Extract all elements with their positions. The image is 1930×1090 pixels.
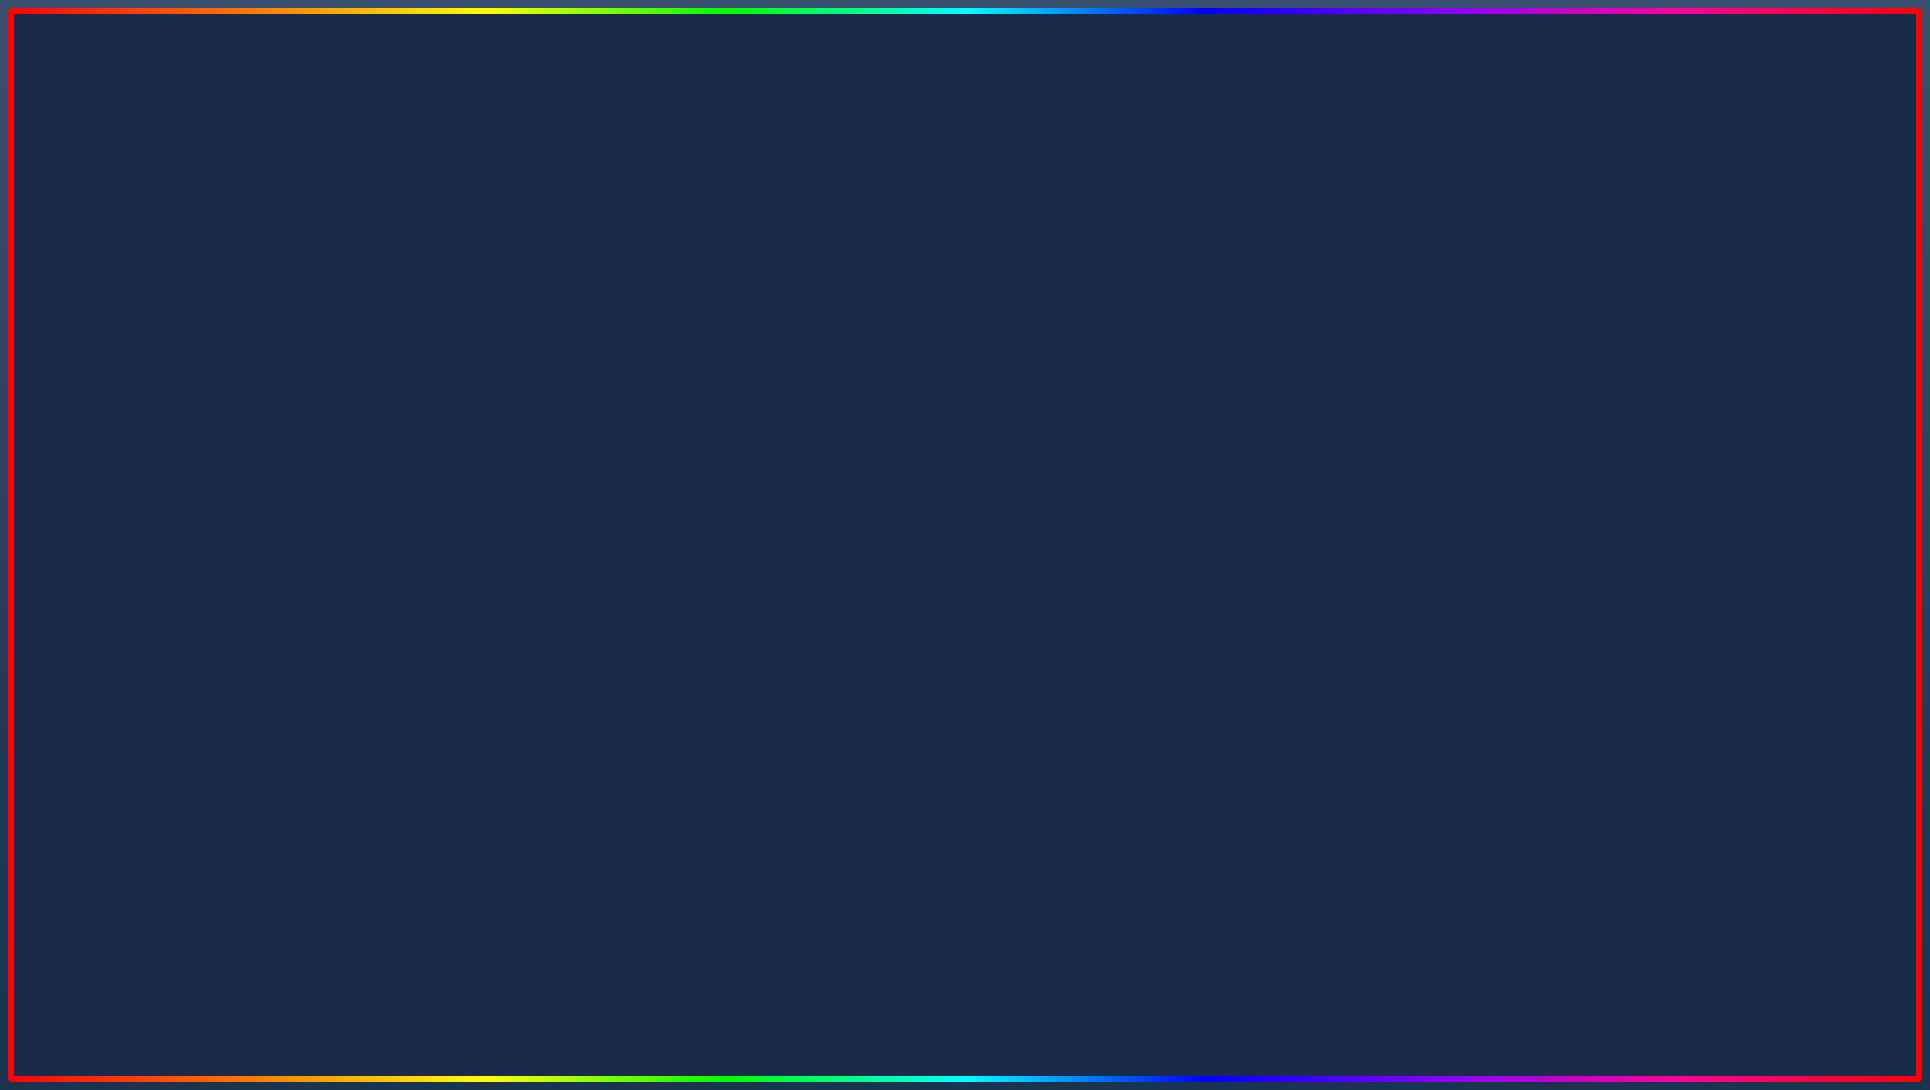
window-front-close[interactable]: ✕ (1275, 391, 1295, 411)
bottom-text-container: UPDATE 20 SCRIPT PASTEBIN (0, 951, 1930, 1060)
main-farm-section: Main Farm Click to Box to Farm, I ready … (945, 432, 1295, 467)
sidebar-front-welcome[interactable]: Welcome (793, 428, 932, 457)
auto-farm-bf-toggle-row: Auto Farm BF Mastery (945, 571, 1295, 602)
raid-icon (635, 491, 647, 503)
island-status: Island : Not Raid (775, 337, 904, 352)
auto-farm-toggle-row: Auto Farm (945, 475, 1295, 506)
front-welcome-icon (803, 435, 817, 449)
sidebar-back-esp[interactable]: ESP (623, 453, 762, 482)
auto-farm-gun-toggle-row: Auto Farm Gun Mastery (945, 602, 1295, 633)
window-front-main-content: Main Farm Click to Box to Farm, I ready … (933, 420, 1307, 704)
window-back-minimize[interactable]: — (1039, 271, 1059, 291)
general-icon (633, 344, 647, 358)
auto-farm-bf-toggle[interactable] (1277, 577, 1295, 595)
local-players-icon (633, 518, 647, 532)
auto-farm-gun-label: Auto Farm Gun Mastery (945, 610, 1092, 625)
script-label: SCRIPT (806, 951, 1154, 1060)
window-back-title: Specialized (635, 272, 722, 290)
stats-icon (633, 431, 647, 445)
front-general-icon (805, 466, 817, 478)
front-item-quest-icon (803, 522, 817, 536)
item-quest-icon (633, 402, 647, 416)
sidebar-back-raid[interactable]: Raid (623, 482, 762, 511)
pastebin-label: PASTEBIN (1170, 951, 1643, 1060)
welcome-icon (633, 315, 647, 329)
sidebar-back-sky[interactable]: 🐱 Sky (623, 540, 762, 576)
window-front: Specialized — ✕ Welcome General Setting … (790, 380, 1310, 707)
update-number: 20 (686, 951, 792, 1060)
mastery-menu-desc: Click To Box to Start Farm Mastery (945, 551, 1295, 563)
sidebar-front-setting[interactable]: Setting (793, 486, 932, 515)
wait-for-dungeon-header: Wait For Dungeon (775, 312, 904, 329)
sidebar-front-esp[interactable]: ESP (793, 573, 932, 602)
sidebar-front-sky[interactable]: 🐱 Sky (793, 660, 932, 696)
window-back-close[interactable]: ✕ (1065, 271, 1085, 291)
mastery-menu-header: Mastery Menu (945, 528, 1295, 545)
window-front-body: Welcome General Setting Item & Quest Sta… (793, 420, 1307, 704)
front-stats-icon (803, 551, 817, 565)
front-esp-icon (803, 580, 817, 594)
window-back-titlebar: Specialized — ✕ (623, 263, 1097, 300)
auto-farm-gun-toggle[interactable] (1277, 608, 1295, 626)
sidebar-front-item-quest[interactable]: Item & Quest (793, 515, 932, 544)
update-label: UPDATE (287, 951, 671, 1060)
sky-icon: 🐱 (635, 547, 657, 569)
esp-icon (633, 460, 647, 474)
main-title-container: BLOX FRUITS (0, 15, 1930, 205)
auto-farm-label: Auto Farm (945, 483, 1010, 498)
back-content-b1: B... (775, 358, 904, 381)
sidebar-back-setting[interactable]: Setting (623, 366, 762, 395)
sidebar-back-local-players[interactable]: Local Players (623, 511, 762, 540)
front-raid-icon (803, 609, 817, 623)
auto-farm-toggle[interactable] (1277, 481, 1295, 499)
bottom-row: UPDATE 20 SCRIPT PASTEBIN (287, 951, 1643, 1060)
mastery-menu-section-title: Mastery Menu (945, 512, 1295, 524)
sidebar-back-general[interactable]: General (623, 337, 762, 366)
window-back-sidebar: Welcome General Setting Item & Quest Sta… (623, 300, 763, 584)
auto-farm-bf-label: Auto Farm BF Mastery (945, 579, 1084, 594)
bf-logo-svg: BLOX FRUITS (1665, 845, 1815, 995)
sidebar-back-welcome[interactable]: Welcome (623, 308, 762, 337)
window-back-controls: — ✕ (1039, 271, 1085, 291)
window-front-sidebar: Welcome General Setting Item & Quest Sta… (793, 420, 933, 704)
svg-text:BLOX FRUITS: BLOX FRUITS (1696, 981, 1784, 995)
setting-icon (633, 373, 647, 387)
window-front-controls: — ✕ (1249, 391, 1295, 411)
window-front-minimize[interactable]: — (1249, 391, 1269, 411)
sidebar-back-stats[interactable]: Stats (623, 424, 762, 453)
window-front-titlebar: Specialized — ✕ (793, 383, 1307, 420)
main-farm-header: Main Farm (945, 432, 1295, 449)
sidebar-front-general[interactable]: General (793, 457, 932, 486)
front-sky-icon: 🐱 (805, 667, 827, 689)
front-setting-icon (803, 493, 817, 507)
bf-logo-circle: BLOX FRUITS (1650, 830, 1830, 1010)
sidebar-front-raid[interactable]: Raid (793, 602, 932, 631)
title-fruits: FRUITS (904, 15, 1542, 205)
mastery-menu-section: Mastery Menu Click To Box to Start Farm … (945, 528, 1295, 563)
window-front-title: Specialized (805, 392, 892, 410)
character-figure (100, 200, 480, 820)
sidebar-front-local-players[interactable]: Local Players (793, 631, 932, 660)
main-farm-desc: Click to Box to Farm, I ready update new… (945, 455, 1295, 467)
title-blox: BLOX (388, 15, 884, 205)
sidebar-front-stats[interactable]: Stats (793, 544, 932, 573)
sidebar-back-item-quest[interactable]: Item & Quest (623, 395, 762, 424)
front-local-players-icon (803, 638, 817, 652)
bf-logo-container: BLOX FRUITS (1650, 830, 1850, 1030)
